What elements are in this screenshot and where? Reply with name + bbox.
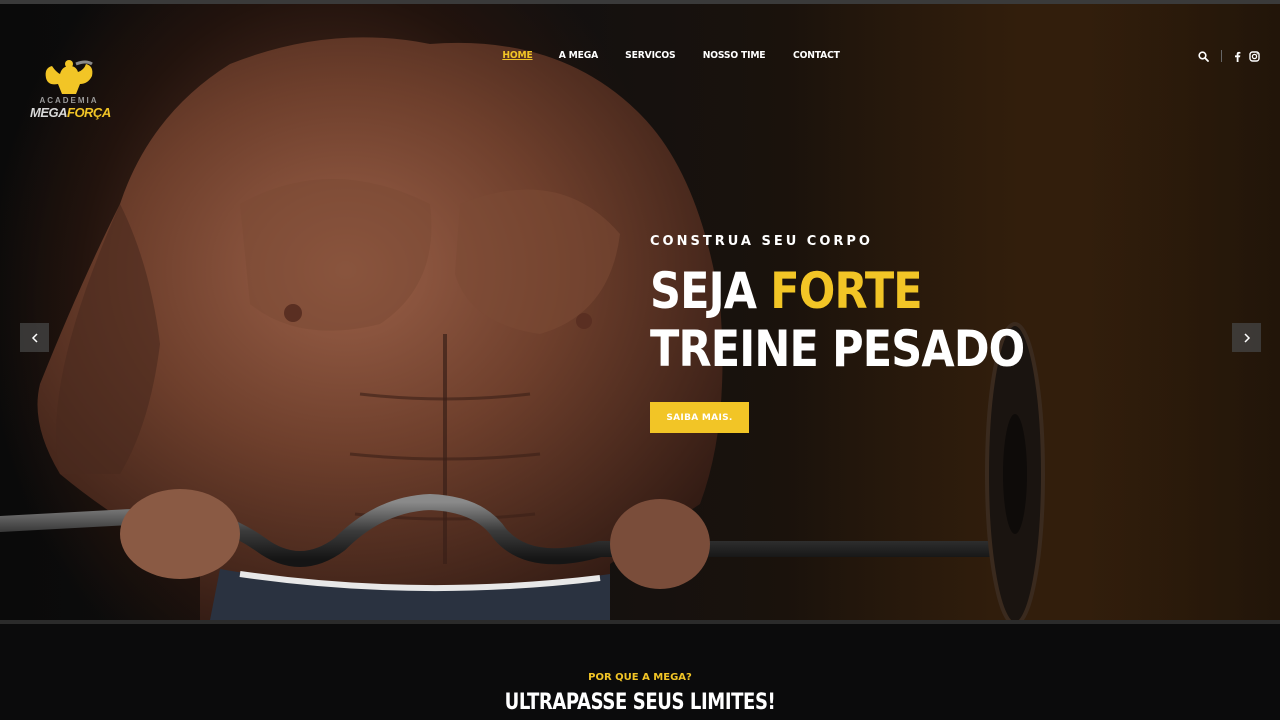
main-nav: HOME A MEGA SERVICOS NOSSO TIME CONTACT [501, 50, 842, 61]
academia-logo[interactable]: ACADEMIA MEGAFORÇA [28, 54, 111, 124]
nav-nosso-time[interactable]: NOSSO TIME [703, 50, 766, 61]
chevron-left-icon [31, 332, 38, 343]
icon-divider [1221, 50, 1222, 62]
hero-headline-line2: TREINE PESADO [650, 320, 1025, 378]
slider-next-button[interactable] [1232, 323, 1261, 352]
saiba-mais-button[interactable]: SAIBA MAIS. [650, 402, 749, 433]
section-title: ULTRAPASSE SEUS LIMITES! [504, 690, 776, 715]
hero-bottom-border [0, 620, 1280, 624]
hero-headline: SEJA FORTE TREINE PESADO [650, 262, 1025, 378]
hero-slider: ACADEMIA MEGAFORÇA HOME A MEGA SERVICOS … [0, 4, 1280, 620]
search-icon[interactable] [1198, 50, 1209, 62]
nav-contact[interactable]: CONTACT [793, 50, 840, 61]
section-kicker: POR QUE A MEGA? [588, 672, 692, 683]
hero-subtitle: CONSTRUA SEU CORPO [650, 234, 873, 249]
chevron-right-icon [1243, 332, 1250, 343]
hero-athlete-image [0, 37, 1045, 620]
instagram-icon[interactable] [1249, 50, 1260, 62]
bodybuilder-mascot-icon [45, 60, 93, 94]
hero-headline-highlight: FORTE [770, 262, 922, 320]
hero-headline-line1: SEJA FORTE [650, 262, 923, 320]
nav-servicos[interactable]: SERVICOS [625, 50, 675, 61]
logo-subtext: ACADEMIA [39, 96, 99, 105]
facebook-icon[interactable] [1234, 51, 1241, 62]
nav-a-mega[interactable]: A MEGA [559, 50, 599, 61]
nav-home[interactable]: HOME [502, 50, 532, 61]
logo-wordmark: MEGAFORÇA [30, 105, 111, 120]
slider-prev-button[interactable] [20, 323, 49, 352]
header-icons [1198, 50, 1260, 62]
